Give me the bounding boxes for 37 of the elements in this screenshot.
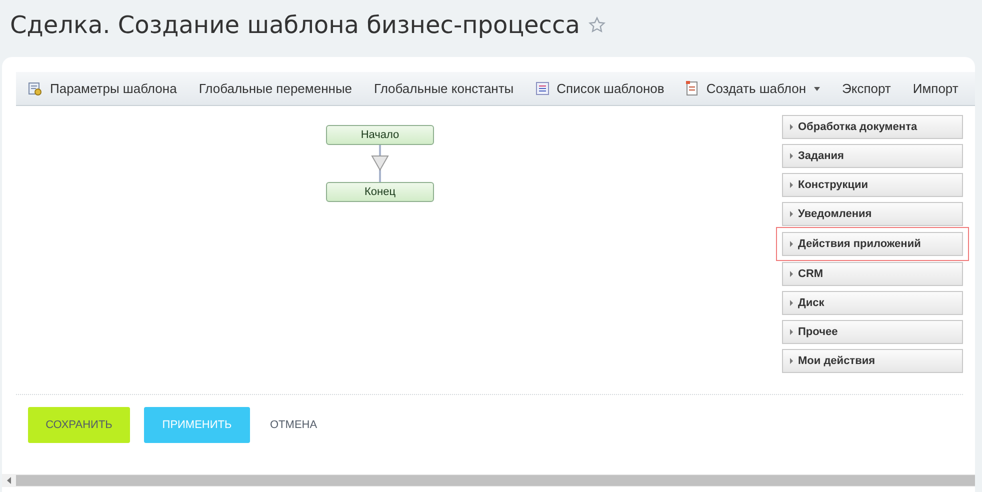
settings-icon	[28, 82, 42, 96]
horizontal-scrollbar[interactable]	[2, 474, 975, 487]
document-icon	[686, 81, 698, 96]
connector-arrow	[371, 145, 389, 182]
activity-group[interactable]: Обработка документа	[782, 115, 963, 139]
activity-group[interactable]: Диск	[782, 291, 963, 315]
activity-group[interactable]: Прочее	[782, 320, 963, 344]
expand-icon	[790, 358, 793, 364]
toolbar-button[interactable]: Глобальные переменные	[198, 78, 352, 98]
activity-group[interactable]: Мои действия	[782, 349, 963, 373]
toolbar-button[interactable]: Создать шаблон	[686, 78, 820, 98]
expand-icon	[790, 211, 793, 217]
expand-icon	[790, 271, 793, 277]
expand-icon	[790, 241, 793, 247]
toolbar-button[interactable]: Список шаблонов	[536, 78, 664, 98]
toolbar-button[interactable]: Параметры шаблона	[28, 78, 177, 98]
end-node[interactable]: Конец	[326, 182, 434, 202]
expand-icon	[790, 182, 793, 188]
cancel-link[interactable]: ОТМЕНА	[264, 416, 324, 434]
expand-icon	[790, 124, 793, 130]
expand-icon	[790, 329, 793, 335]
list-icon	[536, 82, 549, 95]
activity-group[interactable]: Конструкции	[782, 173, 963, 197]
caret-icon	[814, 86, 820, 90]
star-icon[interactable]	[588, 16, 606, 34]
toolbar-button[interactable]: Экспорт	[842, 78, 891, 98]
page-title: Сделка. Создание шаблона бизнес-процесса	[10, 10, 580, 41]
toolbar-button[interactable]: Глобальные константы	[374, 78, 514, 98]
save-button[interactable]: СОХРАНИТЬ	[28, 407, 130, 443]
start-node[interactable]: Начало	[326, 125, 434, 145]
expand-icon	[790, 300, 793, 306]
toolbar-button[interactable]: Импорт	[912, 78, 958, 98]
activity-group[interactable]: Действия приложений	[782, 232, 963, 256]
expand-icon	[790, 153, 793, 159]
activity-group[interactable]: CRM	[782, 262, 963, 286]
activity-group[interactable]: Уведомления	[782, 202, 963, 226]
activity-group[interactable]: Задания	[782, 144, 963, 168]
